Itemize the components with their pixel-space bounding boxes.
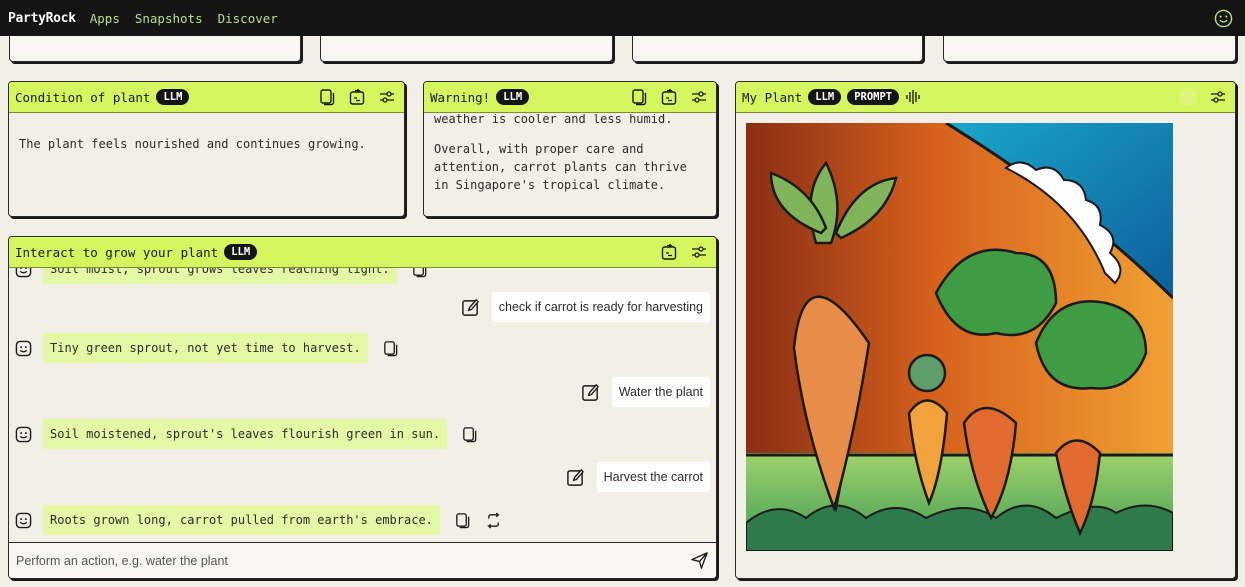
- llm-badge: LLM: [496, 89, 530, 105]
- settings-sliders-icon[interactable]: [378, 88, 396, 106]
- clipped-text-line: weather is cooler and less humid.: [434, 114, 673, 126]
- ai-message-text: Soil moistened, sprout's leaves flourish…: [43, 419, 448, 449]
- export-icon[interactable]: [660, 88, 678, 106]
- user-message-text: Water the plant: [611, 377, 710, 407]
- audio-waveform-icon[interactable]: [905, 89, 921, 105]
- copy-icon[interactable]: [461, 426, 478, 443]
- widget-title: Interact to grow your plant: [15, 244, 219, 260]
- send-icon[interactable]: [690, 551, 709, 570]
- brand-logo[interactable]: PartyRock: [8, 11, 76, 26]
- nav-link-apps[interactable]: Apps: [90, 11, 120, 26]
- chat-message-ai: Soil moist, sprout grows leaves reaching…: [15, 268, 428, 284]
- nav-link-snapshots[interactable]: Snapshots: [135, 11, 203, 26]
- widget-output-text: The plant feels nourished and continues …: [19, 137, 366, 151]
- bot-avatar-icon: [15, 426, 32, 442]
- chat-message-list[interactable]: Soil moist, sprout grows leaves reaching…: [9, 268, 716, 542]
- chat-action-input[interactable]: [16, 553, 690, 568]
- chat-message-ai: Roots grown long, carrot pulled from ear…: [15, 505, 502, 535]
- chat-message-user: Harvest the carrot: [566, 462, 710, 492]
- widget-output-text: Overall, with proper care and attention,…: [434, 142, 687, 192]
- bot-avatar-icon: [15, 340, 32, 356]
- edit-icon[interactable]: [581, 383, 600, 402]
- loading-indicator-icon: [1179, 88, 1197, 106]
- regenerate-icon[interactable]: [485, 511, 502, 529]
- widget-header: Condition of plant LLM: [9, 82, 404, 113]
- warning-widget: Warning! LLM weather is cooler and less …: [423, 81, 717, 217]
- ai-message-text: Tiny green sprout, not yet time to harve…: [43, 333, 368, 363]
- chat-message-ai: Tiny green sprout, not yet time to harve…: [15, 333, 399, 363]
- settings-sliders-icon[interactable]: [690, 88, 708, 106]
- export-icon[interactable]: [660, 243, 678, 261]
- condition-of-plant-widget: Condition of plant LLM The plant feels n…: [8, 81, 405, 217]
- copy-icon[interactable]: [382, 340, 399, 357]
- user-avatar-icon[interactable]: [1214, 9, 1233, 28]
- llm-badge: LLM: [808, 89, 842, 105]
- widget-title: Condition of plant: [15, 89, 151, 105]
- my-plant-widget: My Plant LLM PROMPT: [735, 81, 1236, 579]
- copy-icon[interactable]: [411, 268, 428, 278]
- copy-icon[interactable]: [630, 88, 648, 106]
- edit-icon[interactable]: [566, 468, 585, 487]
- ai-message-text: Roots grown long, carrot pulled from ear…: [43, 505, 440, 535]
- chat-input-bar: [9, 542, 716, 578]
- bot-avatar-icon: [15, 268, 32, 277]
- llm-badge: LLM: [156, 89, 190, 105]
- user-message-text: check if carrot is ready for harvesting: [491, 292, 710, 322]
- settings-sliders-icon[interactable]: [1209, 88, 1227, 106]
- export-icon[interactable]: [348, 88, 366, 106]
- chat-message-user: check if carrot is ready for harvesting: [461, 292, 710, 322]
- chat-message-ai: Soil moistened, sprout's leaves flourish…: [15, 419, 478, 449]
- widget-header: Interact to grow your plant LLM: [9, 237, 716, 268]
- settings-sliders-icon[interactable]: [690, 243, 708, 261]
- widget-title: My Plant: [742, 89, 803, 105]
- widget-header: Warning! LLM: [424, 82, 716, 113]
- widget-header: My Plant LLM PROMPT: [736, 82, 1235, 113]
- prompt-badge: PROMPT: [847, 89, 900, 105]
- copy-icon[interactable]: [318, 88, 336, 106]
- widget-output-scroll[interactable]: weather is cooler and less humid. Overal…: [424, 114, 716, 216]
- nav-link-discover[interactable]: Discover: [218, 11, 278, 26]
- interact-chat-widget: Interact to grow your plant LLM Soil moi…: [8, 236, 717, 579]
- carrot-illustration: [746, 123, 1173, 551]
- bot-avatar-icon: [15, 512, 32, 528]
- user-message-text: Harvest the carrot: [596, 462, 710, 492]
- generated-plant-image: [746, 123, 1173, 551]
- chat-message-user: Water the plant: [581, 377, 710, 407]
- copy-icon[interactable]: [454, 512, 471, 529]
- ai-message-text: Soil moist, sprout grows leaves reaching…: [43, 268, 397, 284]
- edit-icon[interactable]: [461, 298, 480, 317]
- llm-badge: LLM: [224, 244, 258, 260]
- top-nav-bar: PartyRock Apps Snapshots Discover: [0, 0, 1245, 36]
- widget-title: Warning!: [430, 89, 491, 105]
